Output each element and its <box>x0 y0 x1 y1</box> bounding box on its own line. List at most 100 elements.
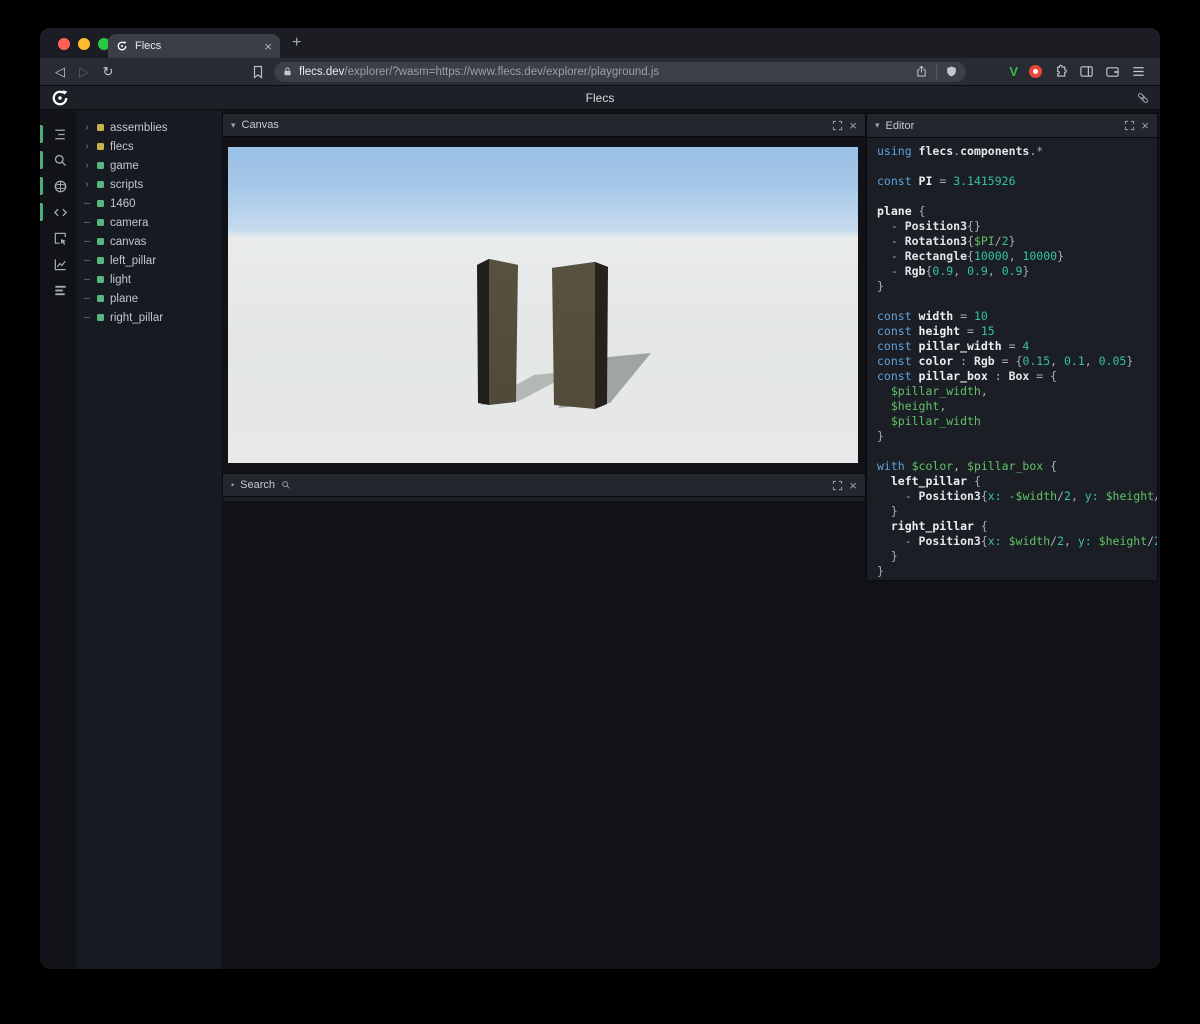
tree-item-flecs[interactable]: › flecs <box>76 137 222 156</box>
canvas-panel-title: Canvas <box>241 119 279 131</box>
tree-item-right_pillar[interactable]: ‒ right_pillar <box>76 308 222 327</box>
tree-item-left_pillar[interactable]: ‒ left_pillar <box>76 251 222 270</box>
code-rail-button[interactable] <box>40 199 76 225</box>
code-line: const pillar_box : Box = { <box>877 369 1058 383</box>
flecs-logo-icon <box>50 88 70 108</box>
code-line: - Rotation3{$PI/2} <box>877 234 1016 248</box>
app-content: › assemblies › flecs › game › scripts ‒ 1460 ‒ came… <box>40 111 1160 969</box>
expand-panel-icon[interactable] <box>1124 120 1135 131</box>
extensions-puzzle-icon[interactable] <box>1053 64 1068 79</box>
entity-color-swatch <box>97 238 104 245</box>
code-line: using flecs.components.* <box>877 144 1044 158</box>
code-line: const height = 15 <box>877 324 995 338</box>
close-panel-icon[interactable]: × <box>849 479 857 492</box>
code-line: const color : Rgb = {0.15, 0.1, 0.05} <box>877 354 1134 368</box>
code-line: - Position3{} <box>877 219 981 233</box>
close-window-button[interactable] <box>58 38 70 50</box>
entity-label: scripts <box>110 178 144 191</box>
url-domain: flecs.dev <box>299 65 345 78</box>
brave-shield-icon[interactable] <box>945 65 958 78</box>
menu-hamburger-icon[interactable] <box>1131 64 1146 79</box>
reload-button[interactable]: ↻ <box>96 64 120 80</box>
entity-color-swatch <box>97 276 104 283</box>
tree-item-camera[interactable]: ‒ camera <box>76 213 222 232</box>
url-text: flecs.dev/explorer/?wasm=https://www.fle… <box>299 66 659 78</box>
search-glyph-icon <box>281 480 291 490</box>
code-line: right_pillar { <box>877 519 988 533</box>
entity-tree-rail-button[interactable] <box>40 121 76 147</box>
permalink-icon[interactable] <box>1136 91 1150 105</box>
browser-tab[interactable]: Flecs × <box>108 34 280 58</box>
search-panel-header[interactable]: • Search × <box>222 473 866 497</box>
world-rail-button[interactable] <box>40 173 76 199</box>
canvas-3d-viewport[interactable] <box>228 147 858 463</box>
tree-item-light[interactable]: ‒ light <box>76 270 222 289</box>
entity-color-swatch <box>97 219 104 226</box>
toolbar-extensions-area: V <box>1009 64 1160 79</box>
wallet-icon[interactable] <box>1105 64 1120 79</box>
tree-toggle-icon: ‒ <box>84 217 90 228</box>
stats-rail-button[interactable] <box>44 277 76 303</box>
tab-favicon-flecs-logo-icon <box>116 40 128 52</box>
tree-item-plane[interactable]: ‒ plane <box>76 289 222 308</box>
tree-toggle-icon: › <box>85 160 89 171</box>
code-line: $pillar_width <box>877 414 981 428</box>
divider <box>936 64 937 79</box>
editor-panel-header[interactable]: ▾ Editor × <box>867 114 1157 138</box>
forward-button[interactable]: ▷ <box>72 64 96 80</box>
search-icon <box>53 153 68 168</box>
entity-color-swatch <box>97 124 104 131</box>
code-line: with $color, $pillar_box { <box>877 459 1058 473</box>
tree-item-assemblies[interactable]: › assemblies <box>76 118 222 137</box>
search-panel-title: Search <box>240 479 276 491</box>
sidebar-toggle-icon[interactable] <box>1079 64 1094 79</box>
active-indicator <box>40 125 43 143</box>
new-tab-button[interactable]: + <box>292 35 301 51</box>
minimize-window-button[interactable] <box>78 38 90 50</box>
entity-color-swatch <box>97 181 104 188</box>
share-icon[interactable] <box>915 65 928 78</box>
chart-icon <box>53 257 68 272</box>
red-extension-icon[interactable] <box>1029 65 1042 78</box>
collapse-chevron-icon[interactable]: ▾ <box>231 120 236 131</box>
editor-panel: ▾ Editor × using flecs.components.* cons… <box>866 113 1158 581</box>
app-header: Flecs <box>40 86 1160 110</box>
bookmark-icon[interactable] <box>250 64 266 80</box>
close-panel-icon[interactable]: × <box>849 119 857 132</box>
tree-toggle-icon: › <box>85 141 89 152</box>
canvas-panel-header[interactable]: ▾ Canvas × <box>222 113 866 137</box>
panel-bullet-icon[interactable]: • <box>231 480 234 490</box>
tab-close-icon[interactable]: × <box>264 40 272 53</box>
code-line: left_pillar { <box>877 474 981 488</box>
search-rail-button[interactable] <box>40 147 76 173</box>
code-line: const PI = 3.1415926 <box>877 174 1016 188</box>
tree-item-scripts[interactable]: › scripts <box>76 175 222 194</box>
tree-item-game[interactable]: › game <box>76 156 222 175</box>
tree-toggle-icon: ‒ <box>84 236 90 247</box>
expand-panel-icon[interactable] <box>832 480 843 491</box>
collapse-chevron-icon[interactable]: ▾ <box>875 120 880 131</box>
url-bar[interactable]: flecs.dev/explorer/?wasm=https://www.fle… <box>274 61 966 82</box>
right-pillar-shadow <box>558 353 651 408</box>
tree-item-canvas[interactable]: ‒ canvas <box>76 232 222 251</box>
entity-tree-icon <box>53 127 68 142</box>
code-editor[interactable]: using flecs.components.* const PI = 3.14… <box>867 138 1157 580</box>
right-pillar <box>552 262 595 409</box>
close-panel-icon[interactable]: × <box>1141 119 1149 132</box>
world-icon <box>53 179 68 194</box>
chart-rail-button[interactable] <box>44 251 76 277</box>
entity-label: game <box>110 159 139 172</box>
active-indicator <box>40 177 43 195</box>
expand-panel-icon[interactable] <box>832 120 843 131</box>
entity-label: camera <box>110 216 149 229</box>
tab-title: Flecs <box>135 40 162 52</box>
right-pillar-side <box>595 262 608 409</box>
center-column: ▾ Canvas × • Search × <box>222 111 866 969</box>
entity-color-swatch <box>97 257 104 264</box>
tree-item-1460[interactable]: ‒ 1460 <box>76 194 222 213</box>
canvas-panel: ▾ Canvas × <box>222 113 866 463</box>
back-button[interactable]: ◁ <box>48 64 72 80</box>
v-extension-button[interactable]: V <box>1009 64 1018 79</box>
inspector-rail-button[interactable] <box>44 225 76 251</box>
